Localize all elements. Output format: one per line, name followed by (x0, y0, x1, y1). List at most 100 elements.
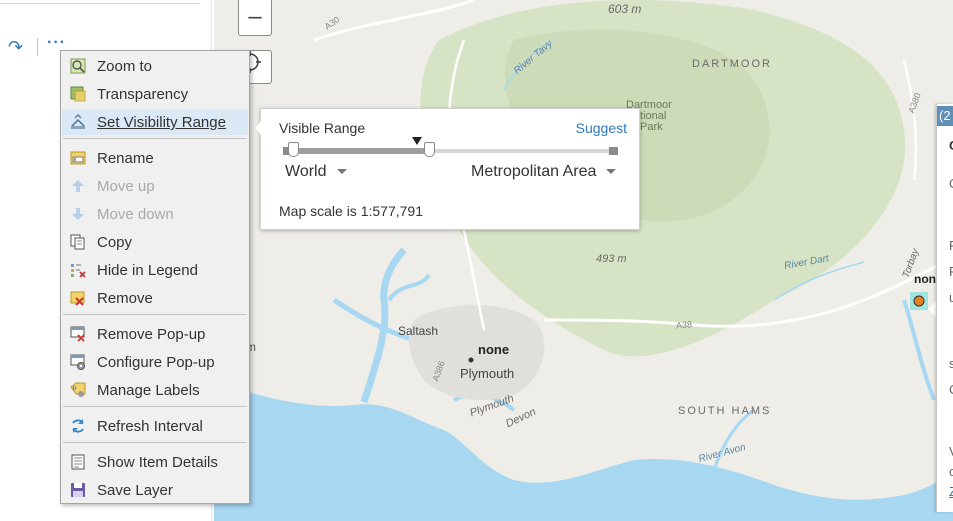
menu-item-move-up[interactable]: Move up (62, 173, 248, 199)
popup-text-fragment: c (949, 464, 953, 479)
menu-separator (63, 314, 247, 315)
min-scale-dropdown[interactable]: World (285, 163, 347, 181)
menu-item-label: Configure Pop-up (97, 354, 215, 371)
menu-separator (63, 442, 247, 443)
suggest-link[interactable]: Suggest (576, 120, 627, 136)
zoom-out-button[interactable]: – (238, 0, 272, 36)
feature-point[interactable] (913, 295, 925, 307)
menu-item-remove[interactable]: Remove (62, 285, 248, 311)
menu-item-manage-labels[interactable]: Manage Labels (62, 377, 248, 403)
menu-item-hide-in-legend[interactable]: Hide in Legend (62, 257, 248, 283)
menu-item-label: Remove (97, 290, 153, 307)
menu-item-label: Transparency (97, 86, 189, 103)
popup-zoom-link[interactable]: Z (949, 484, 953, 499)
menu-item-label: Rename (97, 150, 154, 167)
popup-arrow (253, 120, 261, 136)
menu-item-label: Set Visibility Range (97, 114, 226, 131)
max-scale-dropdown[interactable]: Metropolitan Area (471, 163, 617, 181)
min-scale-value: World (285, 163, 327, 180)
menu-item-label: Hide in Legend (97, 262, 198, 279)
plymouth-urban-area (408, 305, 545, 400)
plymouth-city-dot (468, 357, 474, 363)
map-scale-text: Map scale is 1:577,791 (279, 203, 423, 219)
zoom-to-icon (70, 58, 86, 74)
map-label-national-park-3: Park (640, 121, 663, 133)
map-label-saltash: Saltash (398, 324, 439, 338)
chevron-down-icon (336, 169, 347, 175)
panel-divider (0, 3, 200, 4)
visible-range-title: Visible Range (279, 120, 366, 136)
menu-item-set-visibility-range[interactable]: Set Visibility Range (62, 109, 248, 135)
menu-item-label: Refresh Interval (97, 418, 203, 435)
road-a380 (902, 59, 918, 181)
remove-popup-icon (70, 326, 85, 342)
popup-title-fragment: C (949, 138, 953, 153)
hide-legend-icon (71, 264, 86, 278)
menu-item-configure-popup[interactable]: Configure Pop-up (62, 349, 248, 375)
basemap-graphic (214, 0, 953, 521)
menu-item-label: Save Layer (97, 482, 173, 499)
menu-item-label: Show Item Details (97, 454, 218, 471)
map-label-elevation: 603 m (608, 2, 642, 16)
map-label-none: none (478, 342, 510, 357)
item-details-icon (71, 454, 85, 470)
menu-item-label: Move down (97, 206, 174, 223)
menu-item-label: Remove Pop-up (97, 326, 206, 343)
menu-item-rename[interactable]: Rename (62, 145, 248, 171)
popup-text-fragment: C (949, 176, 953, 191)
save-icon (71, 483, 85, 497)
menu-item-save-layer[interactable]: Save Layer (62, 477, 248, 503)
arrow-down-icon (72, 208, 84, 220)
menu-separator (63, 138, 247, 139)
chevron-down-icon (606, 169, 617, 175)
remove-icon (70, 291, 85, 306)
menu-item-remove-popup[interactable]: Remove Pop-up (62, 321, 248, 347)
menu-separator (63, 406, 247, 407)
arrow-up-icon (72, 180, 84, 192)
menu-item-copy[interactable]: Copy (62, 229, 248, 255)
popup-text-fragment: u (949, 290, 953, 305)
popup-text-fragment: s (949, 356, 953, 371)
range-slider-max-end (609, 147, 618, 155)
toolbar-separator (37, 38, 38, 56)
map-view[interactable]: 603 m DARTMOOR Dartmoor National Park 49… (214, 0, 953, 521)
sea-area (214, 380, 953, 521)
tavy-estuary (387, 273, 431, 302)
refresh-icon (72, 419, 84, 433)
max-scale-value: Metropolitan Area (471, 163, 597, 180)
menu-item-label: Move up (97, 178, 155, 195)
menu-item-label: Manage Labels (97, 382, 200, 399)
map-label-south-hams: SOUTH HAMS (678, 405, 772, 417)
manage-labels-icon (70, 382, 86, 397)
current-scale-marker (412, 137, 422, 145)
visibility-range-popup: Visible Range Suggest World Metropolitan… (253, 108, 640, 230)
configure-popup-icon (70, 354, 85, 370)
range-slider-min-thumb[interactable] (288, 142, 299, 157)
rename-icon (70, 151, 86, 165)
avon-estuary (712, 408, 755, 471)
menu-item-label: Copy (97, 234, 133, 251)
popup-text-fragment: F (949, 238, 953, 253)
copy-icon (70, 234, 85, 250)
layer-context-menu: Zoom to Transparency Set Visibility Rang… (60, 50, 250, 504)
map-label-dartmoor: DARTMOOR (692, 58, 772, 70)
popup-text-fragment: C (949, 382, 953, 397)
redo-icon[interactable]: ↷ (8, 38, 26, 56)
transparency-icon (70, 86, 86, 102)
visibility-range-icon (71, 114, 85, 129)
menu-item-refresh-interval[interactable]: Refresh Interval (62, 413, 248, 439)
popup-text-fragment: V (949, 444, 953, 459)
feature-popup[interactable]: (2 C C F F u s C V c Z (936, 104, 953, 512)
menu-item-zoom-to[interactable]: Zoom to (62, 53, 248, 79)
menu-item-label: Zoom to (97, 58, 153, 75)
range-slider-selected (293, 148, 429, 154)
popup-text-fragment: F (949, 264, 953, 279)
popup-feature-count[interactable]: (2 (937, 106, 953, 126)
menu-item-show-item-details[interactable]: Show Item Details (62, 449, 248, 475)
map-label-none-right: non (914, 272, 936, 286)
menu-item-transparency[interactable]: Transparency (62, 81, 248, 107)
map-label-plymouth: Plymouth (460, 366, 515, 381)
map-label-elevation-2: 493 m (596, 253, 627, 265)
range-slider-max-thumb[interactable] (424, 142, 435, 157)
menu-item-move-down[interactable]: Move down (62, 201, 248, 227)
